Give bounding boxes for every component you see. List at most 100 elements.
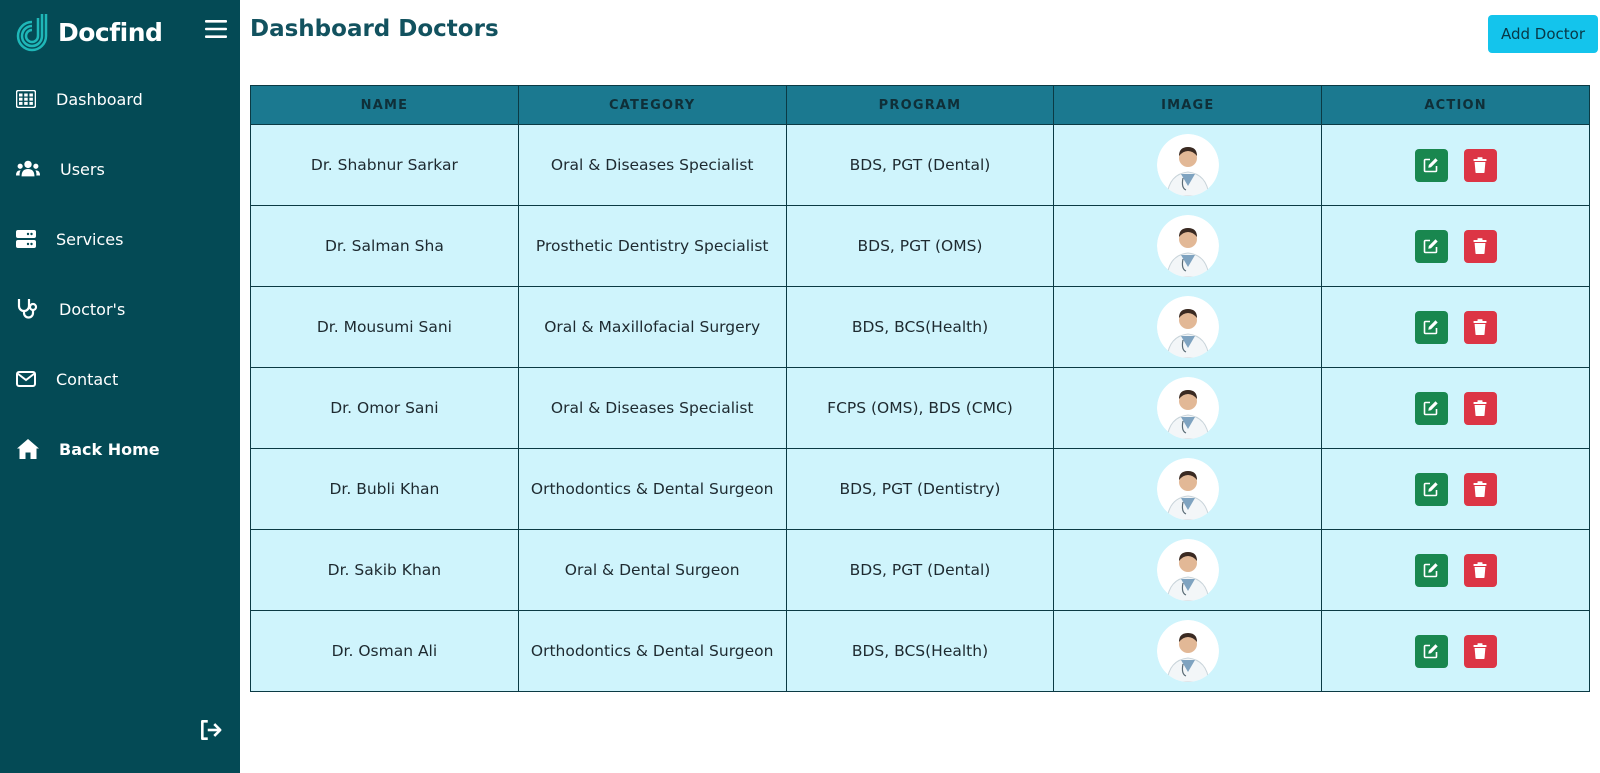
doctor-image-cell bbox=[1053, 448, 1323, 530]
edit-button[interactable] bbox=[1414, 310, 1448, 344]
column-header-program: PROGRAM bbox=[785, 85, 1055, 125]
sidebar-item-contact[interactable]: Contact bbox=[0, 344, 240, 414]
sidebar-item-label: Dashboard bbox=[56, 89, 143, 109]
doctor-category-cell: Oral & Maxillofacial Surgery bbox=[517, 286, 787, 368]
edit-icon bbox=[1423, 320, 1438, 335]
column-header-action: ACTION bbox=[1321, 85, 1590, 125]
sidebar-item-back-home[interactable]: Back Home bbox=[0, 414, 240, 484]
doctor-avatar bbox=[1156, 458, 1219, 520]
doctor-name-cell: Dr. Bubli Khan bbox=[250, 448, 519, 530]
action-cell bbox=[1321, 529, 1590, 611]
doctor-program-cell: BDS, BCS(Health) bbox=[785, 610, 1055, 692]
doctor-image-cell bbox=[1053, 124, 1323, 206]
column-header-image: IMAGE bbox=[1053, 85, 1323, 125]
app-root: Docfind Dashboard Users Services Doctor'… bbox=[0, 0, 1600, 773]
sidebar-item-label: Users bbox=[60, 159, 105, 179]
sidebar-item-doctors[interactable]: Doctor's bbox=[0, 274, 240, 344]
sidebar: Docfind Dashboard Users Services Doctor'… bbox=[0, 0, 240, 773]
action-cell bbox=[1321, 286, 1590, 368]
doctor-image-cell bbox=[1053, 286, 1323, 368]
logout-icon[interactable] bbox=[198, 717, 224, 743]
sidebar-item-dashboard[interactable]: Dashboard bbox=[0, 64, 240, 134]
doctors-table: NAME CATEGORY PROGRAM IMAGE ACTION Dr. S… bbox=[250, 85, 1590, 692]
delete-button[interactable] bbox=[1463, 310, 1497, 344]
action-cell bbox=[1321, 124, 1590, 206]
edit-icon bbox=[1423, 563, 1438, 578]
delete-button[interactable] bbox=[1463, 634, 1497, 668]
edit-icon bbox=[1423, 239, 1438, 254]
sidebar-item-label: Back Home bbox=[59, 439, 160, 459]
table-body: Dr. Shabnur Sarkar Oral & Diseases Speci… bbox=[250, 124, 1590, 692]
column-header-category: CATEGORY bbox=[517, 85, 787, 125]
doctor-image-cell bbox=[1053, 610, 1323, 692]
users-icon bbox=[16, 157, 40, 181]
doctor-image-cell bbox=[1053, 529, 1323, 611]
delete-button[interactable] bbox=[1463, 148, 1497, 182]
trash-icon bbox=[1473, 319, 1487, 335]
table-row: Dr. Shabnur Sarkar Oral & Diseases Speci… bbox=[250, 124, 1590, 206]
trash-icon bbox=[1473, 643, 1487, 659]
edit-icon bbox=[1423, 158, 1438, 173]
row-actions bbox=[1414, 229, 1497, 263]
row-actions bbox=[1414, 148, 1497, 182]
trash-icon bbox=[1473, 481, 1487, 497]
delete-button[interactable] bbox=[1463, 391, 1497, 425]
sidebar-nav: Dashboard Users Services Doctor's Contac… bbox=[0, 64, 240, 484]
row-actions bbox=[1414, 634, 1497, 668]
sidebar-item-services[interactable]: Services bbox=[0, 204, 240, 274]
edit-button[interactable] bbox=[1414, 472, 1448, 506]
doctor-name-cell: Dr. Shabnur Sarkar bbox=[250, 124, 519, 206]
doctor-program-cell: BDS, PGT (Dental) bbox=[785, 529, 1055, 611]
edit-button[interactable] bbox=[1414, 229, 1448, 263]
doctor-avatar bbox=[1156, 539, 1219, 601]
table-row: Dr. Bubli Khan Orthodontics & Dental Sur… bbox=[250, 448, 1590, 530]
delete-button[interactable] bbox=[1463, 472, 1497, 506]
edit-button[interactable] bbox=[1414, 553, 1448, 587]
column-header-name: NAME bbox=[250, 85, 519, 125]
sidebar-item-users[interactable]: Users bbox=[0, 134, 240, 204]
edit-icon bbox=[1423, 401, 1438, 416]
stethoscope-icon bbox=[16, 297, 40, 321]
doctor-program-cell: FCPS (OMS), BDS (CMC) bbox=[785, 367, 1055, 449]
doctor-name-cell: Dr. Mousumi Sani bbox=[250, 286, 519, 368]
table-row: Dr. Salman Sha Prosthetic Dentistry Spec… bbox=[250, 205, 1590, 287]
page-title: Dashboard Doctors bbox=[250, 16, 499, 42]
doctor-category-cell: Orthodontics & Dental Surgeon bbox=[517, 610, 787, 692]
add-doctor-button[interactable]: Add Doctor bbox=[1488, 15, 1598, 53]
table-row: Dr. Sakib Khan Oral & Dental Surgeon BDS… bbox=[250, 529, 1590, 611]
edit-button[interactable] bbox=[1414, 391, 1448, 425]
doctor-program-cell: BDS, BCS(Health) bbox=[785, 286, 1055, 368]
row-actions bbox=[1414, 310, 1497, 344]
edit-button[interactable] bbox=[1414, 148, 1448, 182]
doctor-image-cell bbox=[1053, 367, 1323, 449]
delete-button[interactable] bbox=[1463, 229, 1497, 263]
action-cell bbox=[1321, 367, 1590, 449]
doctor-program-cell: BDS, PGT (Dental) bbox=[785, 124, 1055, 206]
sidebar-item-label: Doctor's bbox=[59, 299, 126, 319]
trash-icon bbox=[1473, 238, 1487, 254]
edit-icon bbox=[1423, 482, 1438, 497]
doctor-category-cell: Oral & Dental Surgeon bbox=[517, 529, 787, 611]
doctor-avatar bbox=[1156, 215, 1219, 277]
doctor-program-cell: BDS, PGT (OMS) bbox=[785, 205, 1055, 287]
doctor-avatar bbox=[1156, 377, 1219, 439]
table-row: Dr. Omor Sani Oral & Diseases Specialist… bbox=[250, 367, 1590, 449]
brand[interactable]: Docfind bbox=[0, 0, 240, 64]
action-cell bbox=[1321, 448, 1590, 530]
row-actions bbox=[1414, 553, 1497, 587]
edit-button[interactable] bbox=[1414, 634, 1448, 668]
delete-button[interactable] bbox=[1463, 553, 1497, 587]
action-cell bbox=[1321, 205, 1590, 287]
doctor-name-cell: Dr. Osman Ali bbox=[250, 610, 519, 692]
row-actions bbox=[1414, 391, 1497, 425]
server-icon bbox=[16, 227, 40, 251]
main-content: Dashboard Doctors Add Doctor NAME CATEGO… bbox=[240, 0, 1600, 773]
doctor-name-cell: Dr. Omor Sani bbox=[250, 367, 519, 449]
hamburger-menu-icon[interactable] bbox=[204, 17, 228, 41]
doctor-program-cell: BDS, PGT (Dentistry) bbox=[785, 448, 1055, 530]
envelope-icon bbox=[16, 367, 40, 391]
doctor-category-cell: Prosthetic Dentistry Specialist bbox=[517, 205, 787, 287]
table-row: Dr. Mousumi Sani Oral & Maxillofacial Su… bbox=[250, 286, 1590, 368]
doctor-avatar bbox=[1156, 134, 1219, 196]
edit-icon bbox=[1423, 644, 1438, 659]
